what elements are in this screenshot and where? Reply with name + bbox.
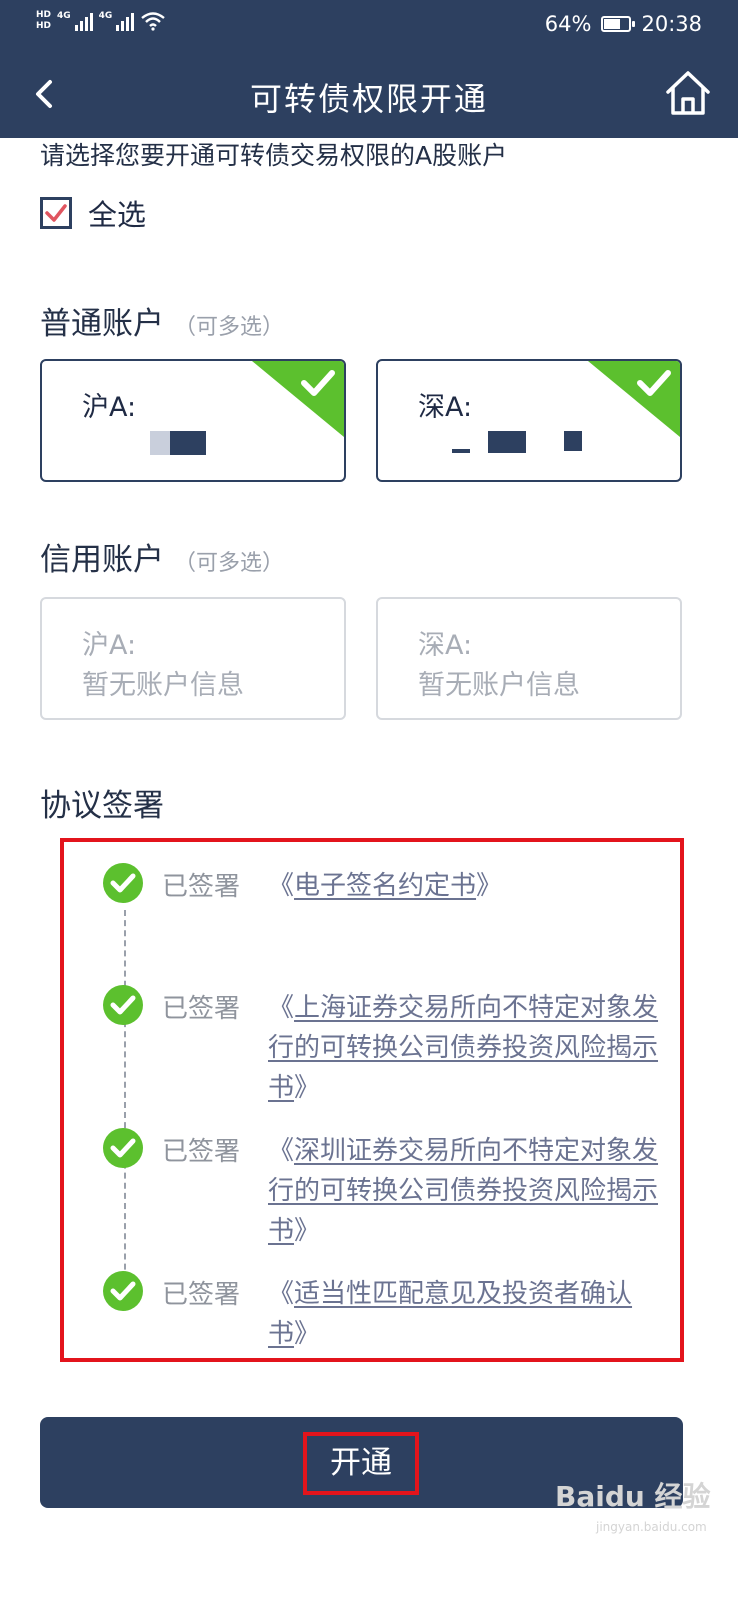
agreements-heading: 协议签署 <box>40 788 164 824</box>
status-bar: HD HD 4G 4G 64% 20:38 <box>0 0 738 50</box>
bracket-open: 《 <box>268 1279 295 1309</box>
credit-accounts-title: 信用账户 <box>40 542 164 578</box>
battery-percent: 64% <box>544 12 592 36</box>
signed-check-icon <box>103 1271 143 1311</box>
credit-account-sz-card: 深A: 暂无账户信息 <box>376 597 682 720</box>
bracket-open: 《 <box>268 993 295 1023</box>
select-all-label: 全选 <box>88 198 147 232</box>
hd-indicator: HD HD <box>36 10 51 32</box>
account-label-sh: 沪A: <box>82 630 137 661</box>
network-type-2: 4G <box>98 11 113 21</box>
no-account-info: 暂无账户信息 <box>82 670 244 701</box>
signed-check-icon <box>103 1128 143 1168</box>
account-label-sz: 深A: <box>418 630 473 661</box>
account-label-sh: 沪A: <box>82 392 137 423</box>
normal-account-sh-card[interactable]: 沪A: <box>40 359 346 482</box>
hd-label-2: HD <box>36 21 52 31</box>
masked-account-number <box>488 431 526 453</box>
network-type-1: 4G <box>57 11 71 21</box>
agreement-status: 已签署 <box>162 1280 241 1310</box>
masked-account-number <box>150 431 170 455</box>
selected-corner-check-icon <box>252 361 344 437</box>
agreement-title: 上海证券交易所向不特定对象发行的可转换公司债券投资风险揭示书 <box>268 993 659 1103</box>
bracket-close: 》 <box>294 1216 321 1246</box>
home-icon <box>666 71 710 115</box>
agreement-title: 适当性匹配意见及投资者确认书 <box>268 1279 633 1349</box>
normal-accounts-title: 普通账户 <box>40 306 164 342</box>
hd-label-1: HD <box>36 10 52 20</box>
agreement-title: 电子签名约定书 <box>294 871 477 901</box>
home-button[interactable] <box>664 68 712 118</box>
agreement-status: 已签署 <box>162 1137 241 1167</box>
battery-fill <box>604 19 620 29</box>
bracket-close: 》 <box>294 1319 321 1349</box>
select-all-checkbox[interactable]: 全选 <box>40 192 146 234</box>
masked-account-number <box>170 431 206 455</box>
account-label-sz: 深A: <box>418 392 473 423</box>
credit-account-sh-card: 沪A: 暂无账户信息 <box>40 597 346 720</box>
agreement-status: 已签署 <box>162 994 241 1024</box>
agreement-status: 已签署 <box>162 872 241 902</box>
normal-accounts-heading: 普通账户 （可多选） <box>40 298 284 343</box>
bracket-close: 》 <box>294 1073 321 1103</box>
open-button-label: 开通 <box>303 1432 419 1495</box>
wifi-icon <box>141 12 166 31</box>
credit-accounts-hint: （可多选） <box>174 551 285 576</box>
header-bar: 可转债权限开通 <box>0 50 738 138</box>
baidu-watermark-url: jingyan.baidu.com <box>596 1520 707 1534</box>
normal-account-sz-card[interactable]: 深A: <box>376 359 682 482</box>
agreements-list: 已签署 《电子签名约定书》 已签署 《上海证券交易所向不特定对象发行的可转换公司… <box>60 838 684 1362</box>
signal-icon-1: 4G <box>57 11 93 31</box>
agreement-link[interactable]: 《上海证券交易所向不特定对象发行的可转换公司债券投资风险揭示书》 <box>268 988 664 1108</box>
signal-icon-2: 4G <box>99 11 135 31</box>
signed-check-icon <box>103 985 143 1025</box>
bracket-open: 《 <box>268 1136 295 1166</box>
no-account-info: 暂无账户信息 <box>418 670 580 701</box>
checkbox-box <box>40 197 72 229</box>
bracket-close: 》 <box>476 871 503 901</box>
page-title: 可转债权限开通 <box>249 80 488 118</box>
status-left: HD HD 4G 4G <box>36 10 166 32</box>
agreement-link[interactable]: 《电子签名约定书》 <box>268 866 664 906</box>
bracket-open: 《 <box>268 871 295 901</box>
selected-corner-check-icon <box>588 361 680 437</box>
signed-check-icon <box>103 863 143 903</box>
baidu-watermark: Baidu 经验 <box>555 1480 711 1513</box>
status-right: 64% 20:38 <box>545 12 702 36</box>
checkmark-icon <box>45 204 67 222</box>
account-select-prompt: 请选择您要开通可转债交易权限的A股账户 <box>40 141 508 170</box>
normal-accounts-hint: （可多选） <box>174 315 285 340</box>
battery-icon <box>601 16 636 32</box>
masked-account-number <box>452 449 470 453</box>
timeline-line <box>124 910 126 1310</box>
masked-account-number <box>564 431 582 451</box>
agreement-link[interactable]: 《适当性匹配意见及投资者确认书》 <box>268 1274 664 1354</box>
agreement-link[interactable]: 《深圳证券交易所向不特定对象发行的可转换公司债券投资风险揭示书》 <box>268 1131 664 1251</box>
agreement-title: 深圳证券交易所向不特定对象发行的可转换公司债券投资风险揭示书 <box>268 1136 659 1246</box>
credit-accounts-heading: 信用账户 （可多选） <box>40 534 284 579</box>
clock: 20:38 <box>641 12 702 36</box>
